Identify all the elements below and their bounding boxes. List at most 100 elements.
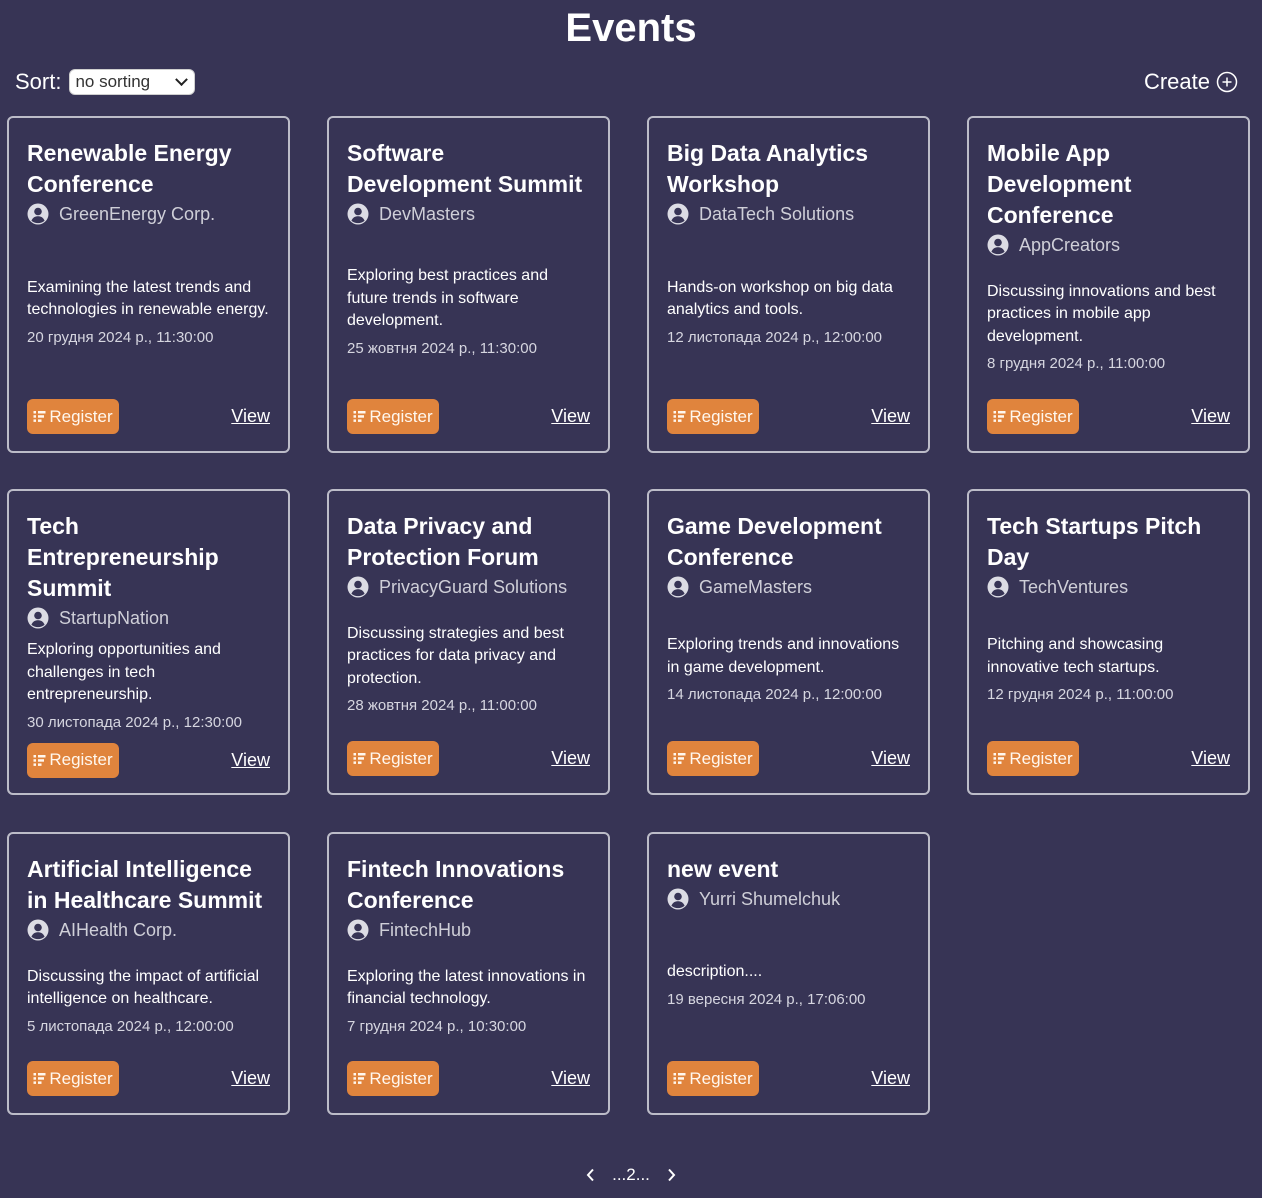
- event-title: Fintech Innovations Conference: [347, 856, 565, 913]
- event-title: Renewable Energy Conference: [27, 140, 232, 197]
- event-actions: Register View: [347, 399, 590, 434]
- register-label: Register: [689, 406, 753, 426]
- ticket-icon: [993, 753, 1006, 764]
- ticket-icon: [33, 411, 46, 422]
- register-button[interactable]: Register: [27, 742, 119, 778]
- event-body: Discussing the impact of artificial inte…: [27, 941, 270, 1061]
- register-label: Register: [49, 406, 113, 426]
- pagination: ...2...: [0, 1164, 1262, 1186]
- view-link[interactable]: View: [551, 406, 590, 427]
- event-title: Artificial Intelligence in Healthcare Su…: [27, 856, 263, 913]
- register-button[interactable]: Register: [347, 741, 439, 776]
- event-organizer: AppCreators: [987, 234, 1230, 256]
- ticket-icon: [673, 1073, 686, 1084]
- event-title: Tech Startups Pitch Day: [987, 513, 1202, 570]
- event-card: Renewable Energy Conference GreenEnergy …: [7, 116, 290, 453]
- event-actions: Register View: [987, 741, 1230, 776]
- event-description: description....: [667, 963, 763, 981]
- user-avatar-icon: [347, 203, 369, 225]
- pagination-prev-button[interactable]: [580, 1164, 602, 1186]
- event-card: new event Yurri Shumelchuk description..…: [647, 832, 930, 1115]
- event-actions: Register View: [347, 741, 590, 776]
- register-button[interactable]: Register: [667, 741, 759, 776]
- ticket-icon: [353, 1073, 366, 1084]
- organizer-name: AIHealth Corp.: [59, 920, 178, 940]
- register-button[interactable]: Register: [27, 1061, 119, 1096]
- view-link[interactable]: View: [551, 748, 590, 769]
- event-actions: Register View: [667, 741, 910, 776]
- event-description: Exploring best practices and future tren…: [347, 267, 548, 330]
- event-organizer: GreenEnergy Corp.: [27, 203, 270, 225]
- chevron-down-icon: [175, 72, 189, 86]
- sort-label: Sort:: [15, 69, 62, 94]
- event-date: 7 грудня 2024 р., 10:30:00: [347, 1017, 527, 1035]
- event-organizer: TechVentures: [987, 576, 1230, 598]
- event-date: 19 вересня 2024 р., 17:06:00: [667, 990, 866, 1008]
- event-title: Data Privacy and Protection Forum: [347, 513, 539, 570]
- event-card: Data Privacy and Protection Forum Privac…: [327, 489, 610, 795]
- ticket-icon: [673, 753, 686, 764]
- event-title: Software Development Summit: [347, 140, 583, 197]
- organizer-name: Yurri Shumelchuk: [699, 889, 841, 909]
- register-label: Register: [1009, 748, 1073, 768]
- user-avatar-icon: [347, 919, 369, 941]
- register-label: Register: [49, 1068, 113, 1088]
- event-card: Tech Startups Pitch Day TechVentures Pit…: [967, 489, 1250, 795]
- event-actions: Register View: [27, 742, 270, 778]
- event-actions: Register View: [667, 399, 910, 434]
- event-body: Pitching and showcasing innovative tech …: [987, 598, 1230, 741]
- pagination-next-button[interactable]: [660, 1164, 682, 1186]
- create-label: Create: [1143, 69, 1210, 94]
- ticket-icon: [993, 411, 1006, 422]
- view-link[interactable]: View: [1191, 748, 1230, 769]
- event-title: Big Data Analytics Workshop: [667, 140, 869, 197]
- event-organizer: PrivacyGuard Solutions: [347, 576, 590, 598]
- register-button[interactable]: Register: [347, 1061, 439, 1096]
- register-label: Register: [49, 750, 113, 769]
- create-button[interactable]: Create: [1144, 69, 1238, 95]
- user-avatar-icon: [27, 203, 49, 225]
- event-description: Discussing strategies and best practices…: [347, 624, 564, 687]
- event-date: 28 жовтня 2024 р., 11:00:00: [347, 697, 537, 715]
- sort-select[interactable]: no sorting: [69, 69, 196, 95]
- view-link[interactable]: View: [871, 748, 910, 769]
- view-link[interactable]: View: [551, 1068, 590, 1089]
- user-avatar-icon: [987, 576, 1009, 598]
- event-date: 25 жовтня 2024 р., 11:30:00: [347, 339, 537, 357]
- organizer-name: GameMasters: [699, 577, 813, 597]
- register-button[interactable]: Register: [27, 399, 119, 434]
- register-button[interactable]: Register: [987, 399, 1079, 434]
- view-link[interactable]: View: [871, 406, 910, 427]
- event-description: Exploring opportunities and challenges i…: [27, 641, 221, 703]
- register-button[interactable]: Register: [667, 399, 759, 434]
- event-title: Tech Entrepreneurship Summit: [27, 513, 219, 601]
- chevron-right-icon: [668, 1168, 676, 1182]
- event-title: Mobile App Development Conference: [987, 140, 1132, 228]
- event-body: Exploring best practices and future tren…: [347, 225, 590, 399]
- chevron-left-icon: [586, 1168, 594, 1182]
- register-button[interactable]: Register: [667, 1061, 759, 1096]
- event-card: Artificial Intelligence in Healthcare Su…: [7, 832, 290, 1115]
- user-avatar-icon: [667, 888, 689, 910]
- event-date: 5 листопада 2024 р., 12:00:00: [27, 1017, 234, 1035]
- register-label: Register: [369, 748, 433, 768]
- user-avatar-icon: [987, 234, 1009, 256]
- event-title: Game Development Conference: [667, 513, 882, 570]
- event-description: Exploring trends and innovations in game…: [667, 636, 900, 676]
- event-date: 12 листопада 2024 р., 12:00:00: [667, 328, 883, 346]
- register-button[interactable]: Register: [987, 741, 1079, 776]
- view-link[interactable]: View: [231, 1068, 270, 1089]
- register-button[interactable]: Register: [347, 399, 439, 434]
- event-date: 14 листопада 2024 р., 12:00:00: [667, 686, 883, 703]
- view-link[interactable]: View: [231, 750, 270, 771]
- register-label: Register: [369, 1068, 433, 1088]
- event-date: 12 грудня 2024 р., 11:00:00: [987, 686, 1174, 703]
- event-body: Exploring opportunities and challenges i…: [27, 629, 270, 743]
- view-link[interactable]: View: [231, 406, 270, 427]
- pagination-label: ...2...: [612, 1165, 650, 1184]
- event-actions: Register View: [667, 1061, 910, 1096]
- organizer-name: DevMasters: [379, 204, 476, 224]
- view-link[interactable]: View: [871, 1068, 910, 1089]
- event-actions: Register View: [27, 399, 270, 434]
- view-link[interactable]: View: [1191, 406, 1230, 427]
